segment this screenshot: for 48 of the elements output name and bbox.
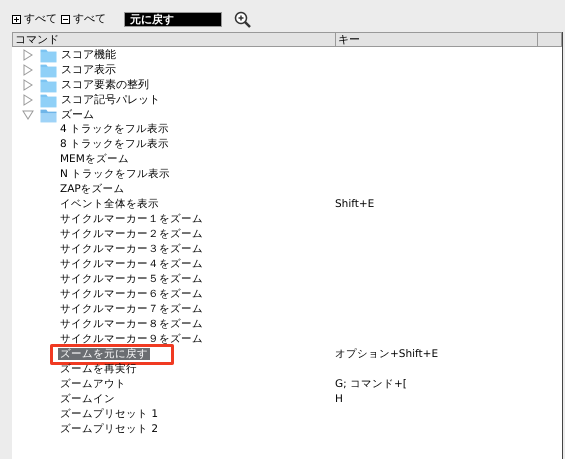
folder-label[interactable]: ズーム [61,107,94,122]
command-label[interactable]: ズームを再実行 [60,362,335,377]
command-label[interactable]: ズームアウト [60,377,335,392]
column-header[interactable]: キー [336,33,538,46]
command-label[interactable]: サイクルマーカー７をズーム [60,302,335,317]
command-label[interactable]: 4 トラックをフル表示 [60,122,335,137]
command-label[interactable]: サイクルマーカー９をズーム [60,332,335,347]
command-label[interactable]: サイクルマーカー２をズーム [60,227,335,242]
command-label[interactable]: ズームを元に戻す [60,347,335,362]
command-label[interactable]: ズームイン [60,392,335,407]
shortcut-key: H [335,392,343,407]
command-label[interactable]: サイクルマーカー５をズーム [60,272,335,287]
folder-icon [40,106,57,122]
expand-all-button[interactable]: すべて [12,10,57,28]
shortcut-key: オプション+Shift+E [335,347,438,362]
collapse-all-button[interactable]: すべて [61,10,106,28]
command-label[interactable]: 8 トラックをフル表示 [60,137,335,152]
command-label[interactable]: イベント全体を表示 [60,197,335,212]
command-label[interactable]: サイクルマーカー４をズーム [60,257,335,272]
command-label[interactable]: サイクルマーカー１をズーム [60,212,335,227]
command-label[interactable]: サイクルマーカー６をズーム [60,287,335,302]
disclosure-triangle-icon[interactable] [22,64,34,76]
zoom-in-icon[interactable] [234,10,251,28]
command-label[interactable]: サイクルマーカー８をズーム [60,317,335,332]
shortcut-key: G; コマンド+[ [335,377,407,392]
command-label[interactable]: サイクルマーカー３をズーム [60,242,335,257]
folder-label[interactable]: スコア表示 [61,62,116,77]
command-label[interactable]: ズームプリセット 1 [60,407,335,422]
command-label[interactable]: N トラックをフル表示 [60,167,335,182]
command-label[interactable]: ズームプリセット 2 [60,422,335,437]
plus-box-icon [12,14,21,24]
disclosure-triangle-icon[interactable] [22,108,34,120]
folder-label[interactable]: スコア機能 [61,47,116,62]
folder-icon [40,92,57,108]
minus-box-icon [61,14,70,24]
disclosure-triangle-icon[interactable] [22,94,34,106]
disclosure-triangle-icon[interactable] [22,78,34,90]
search-field[interactable]: 元に戻す [124,12,222,26]
folder-icon [40,76,57,92]
shortcut-key: Shift+E [335,197,374,212]
command-label[interactable]: ZAPをズーム [60,182,335,197]
folder-label[interactable]: スコア要素の整列 [61,77,149,92]
folder-label[interactable]: スコア記号パレット [61,92,160,107]
column-header[interactable]: コマンド [13,33,336,46]
folder-icon [40,62,57,78]
disclosure-triangle-icon[interactable] [22,48,34,60]
folder-icon [40,46,57,62]
command-label[interactable]: MEMをズーム [60,152,335,167]
